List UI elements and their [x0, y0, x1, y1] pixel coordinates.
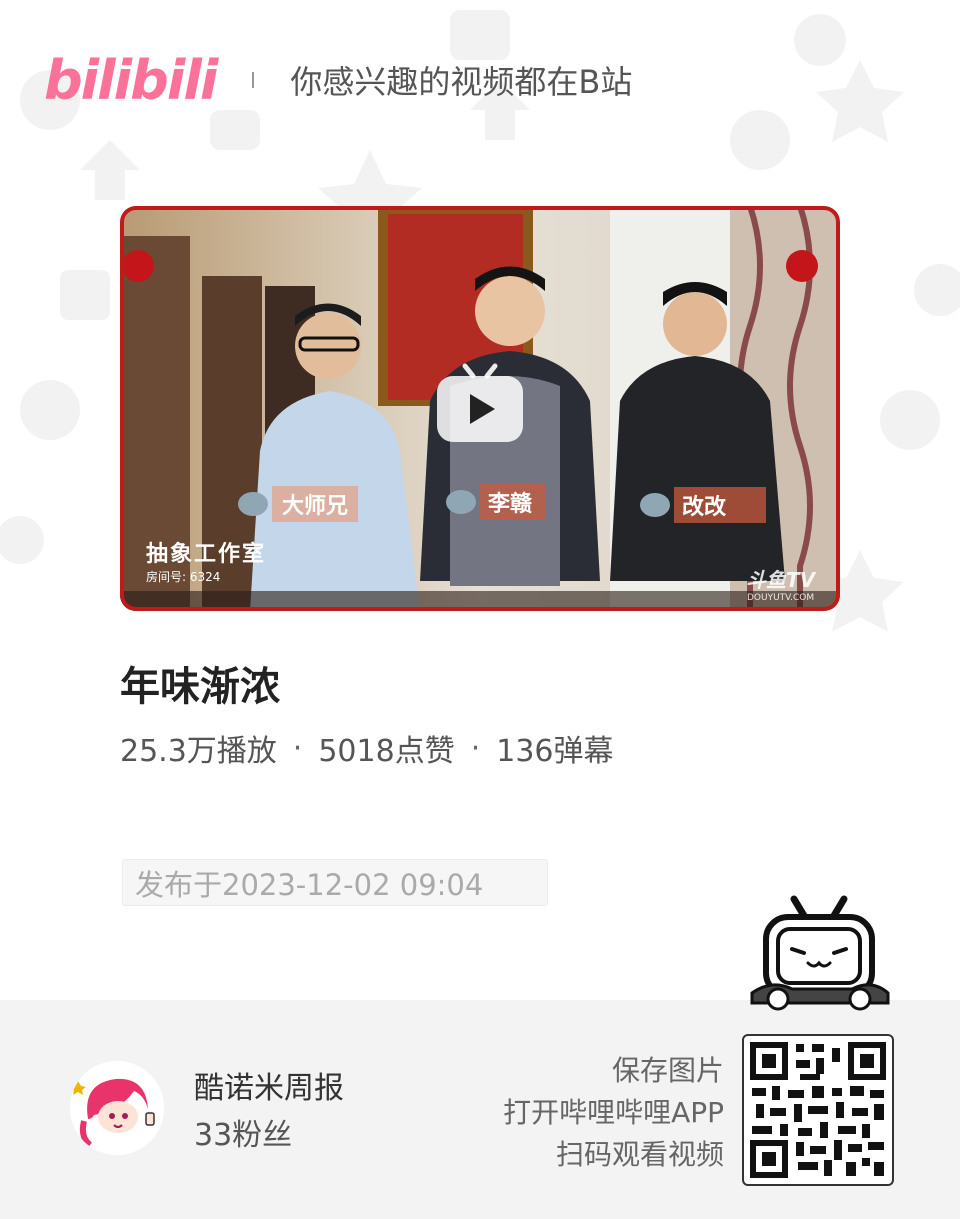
name-tag-2: 李赣: [446, 484, 547, 520]
douyu-watermark-text: 斗鱼TV: [746, 568, 816, 592]
play-count: 25.3万播放: [120, 734, 277, 769]
name-tag-2-label: 李赣: [480, 484, 547, 520]
fish-badge-icon: [238, 492, 268, 516]
studio-label: 抽象工作室: [146, 542, 267, 567]
name-tag-3-label: 改改: [674, 487, 767, 523]
avatar-illustration: [70, 1061, 164, 1155]
uploader-name[interactable]: 酷诺米周报: [194, 1063, 344, 1107]
header-divider: [252, 72, 255, 88]
video-stats: 25.3万播放 · 5018点赞 · 136弹幕: [120, 726, 614, 770]
scan-hint-line: 保存图片: [611, 1054, 724, 1087]
name-tag-1-label: 大师兄: [272, 486, 359, 522]
douyu-watermark: 斗鱼TV DOUYUTV.COM: [746, 564, 815, 603]
stats-separator: ·: [292, 730, 303, 766]
publish-time: 发布于2023-12-02 09:04: [122, 859, 548, 906]
danmaku-count: 136弹幕: [496, 734, 614, 769]
fish-badge-icon: [446, 490, 476, 514]
uploader-fans: 33粉丝: [194, 1118, 293, 1153]
bilibili-logo: bilibili: [44, 48, 218, 112]
fish-badge-icon: [640, 493, 670, 517]
play-icon[interactable]: [437, 362, 523, 444]
scan-hint: 保存图片 打开哔哩哔哩APP 扫码观看视频: [503, 1050, 724, 1176]
douyu-watermark-url: DOUYUTV.COM: [746, 593, 815, 603]
name-tag-3: 改改: [640, 487, 767, 523]
qr-code-pattern: [750, 1042, 886, 1178]
uploader-avatar-icon[interactable]: [70, 1061, 164, 1155]
scan-hint-line: 打开哔哩哔哩APP: [503, 1096, 724, 1129]
room-number: 房间号: 6324: [146, 570, 221, 584]
header: bilibili 你感兴趣的视频都在B站: [44, 40, 632, 120]
qr-code-icon[interactable]: [742, 1034, 894, 1186]
like-count: 5018点赞: [318, 734, 455, 769]
stats-separator: ·: [470, 730, 481, 766]
name-tag-1: 大师兄: [238, 486, 359, 522]
video-title: 年味渐浓: [120, 664, 280, 710]
header-slogan: 你感兴趣的视频都在B站: [290, 63, 633, 101]
scan-hint-line: 扫码观看视频: [555, 1138, 724, 1171]
bilibili-tv-mascot-icon: [750, 895, 890, 1011]
